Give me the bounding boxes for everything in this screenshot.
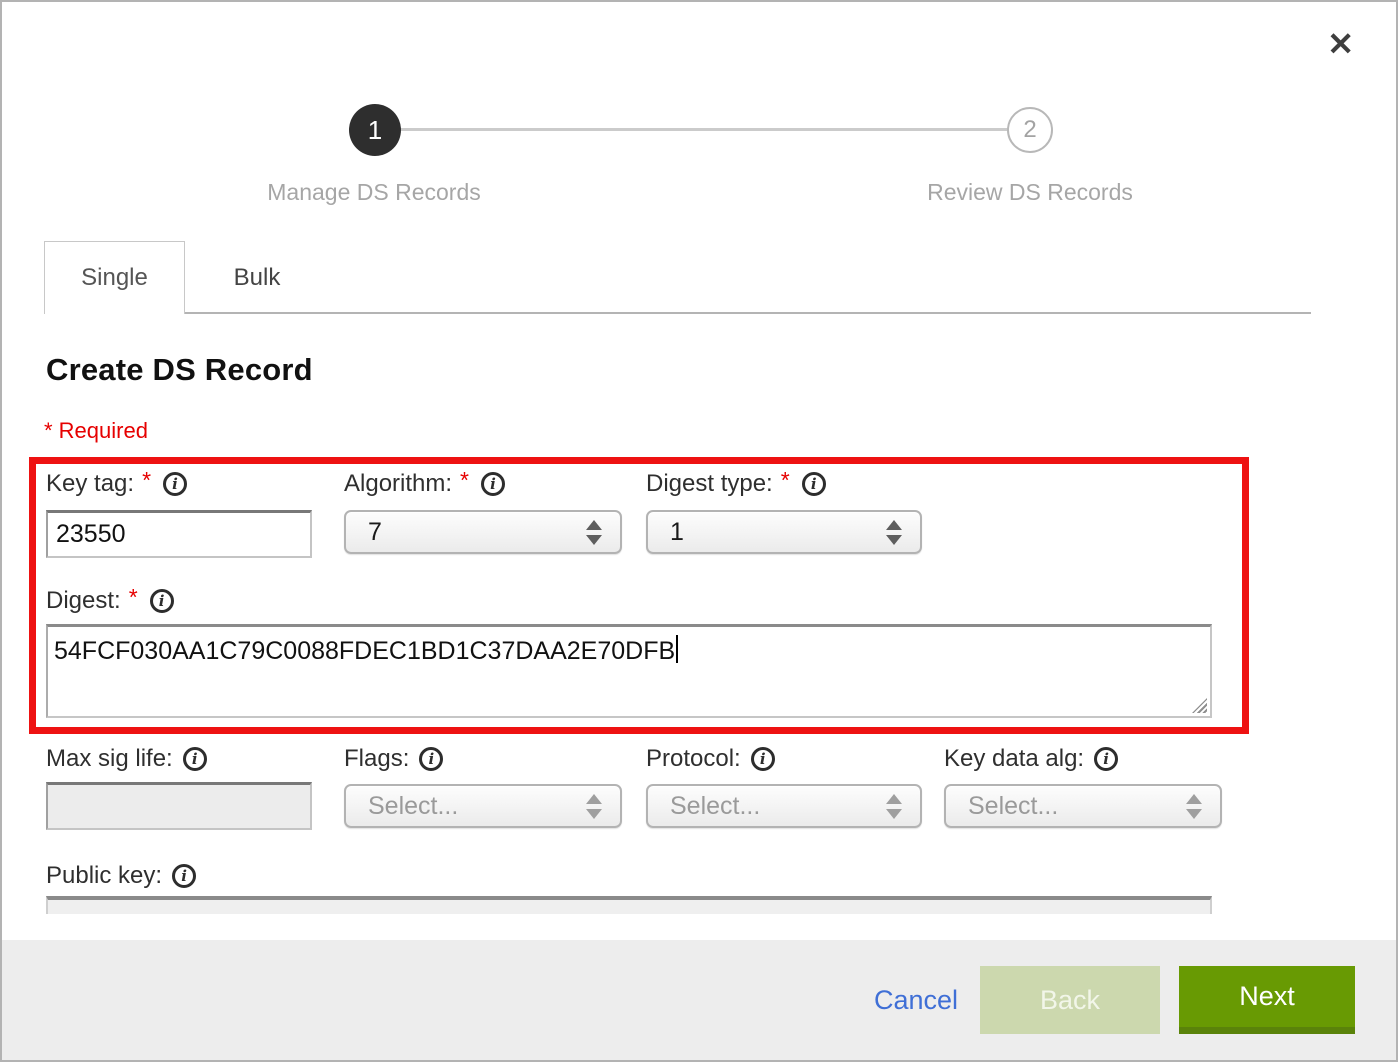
stepper-connector-line — [375, 128, 1030, 131]
required-note: * Required — [44, 418, 148, 444]
info-icon[interactable]: i — [802, 472, 826, 496]
select-arrows-icon — [886, 794, 902, 819]
create-ds-record-dialog: ✕ 1 2 Manage DS Records Review DS Record… — [0, 0, 1398, 1062]
footer-bar: Cancel Back Next — [2, 940, 1396, 1060]
info-icon[interactable]: i — [481, 472, 505, 496]
info-icon[interactable]: i — [751, 747, 775, 771]
key-data-alg-select-value: Select... — [968, 792, 1058, 821]
info-icon[interactable]: i — [183, 747, 207, 771]
required-asterisk: * — [460, 467, 469, 494]
digest-type-select[interactable]: 1 — [646, 510, 922, 554]
required-asterisk: * — [781, 467, 790, 494]
protocol-select-value: Select... — [670, 792, 760, 821]
tab-bulk[interactable]: Bulk — [185, 241, 329, 314]
stepper: 1 2 Manage DS Records Review DS Records — [2, 2, 1396, 220]
resize-handle-icon[interactable] — [1192, 698, 1207, 713]
digest-label: Digest: * i — [46, 587, 174, 615]
flags-select-value: Select... — [368, 792, 458, 821]
step-1-label: Manage DS Records — [202, 179, 546, 206]
step-1-circle: 1 — [349, 104, 401, 156]
page-title: Create DS Record — [46, 352, 313, 388]
public-key-label: Public key: i — [46, 862, 196, 890]
select-arrows-icon — [586, 794, 602, 819]
info-icon[interactable]: i — [150, 589, 174, 613]
flags-select[interactable]: Select... — [344, 784, 622, 828]
info-icon[interactable]: i — [163, 472, 187, 496]
info-icon[interactable]: i — [172, 864, 196, 888]
key-data-alg-label: Key data alg: i — [944, 745, 1118, 773]
select-arrows-icon — [886, 520, 902, 545]
step-2-circle: 2 — [1007, 107, 1053, 153]
algorithm-select[interactable]: 7 — [344, 510, 622, 554]
tab-single[interactable]: Single — [44, 241, 185, 314]
next-button[interactable]: Next — [1179, 966, 1355, 1034]
flags-label: Flags: i — [344, 745, 443, 773]
protocol-label: Protocol: i — [646, 745, 775, 773]
step-2-label: Review DS Records — [858, 179, 1202, 206]
max-sig-life-input — [46, 782, 312, 830]
key-tag-input[interactable] — [46, 510, 312, 558]
required-asterisk: * — [142, 467, 151, 494]
key-data-alg-select[interactable]: Select... — [944, 784, 1222, 828]
algorithm-select-value: 7 — [368, 518, 382, 547]
digest-value: 54FCF030AA1C79C0088FDEC1BD1C37DAA2E70DFB — [54, 637, 675, 665]
public-key-textarea[interactable] — [46, 896, 1212, 914]
digest-textarea[interactable]: 54FCF030AA1C79C0088FDEC1BD1C37DAA2E70DFB — [46, 624, 1212, 718]
select-arrows-icon — [586, 520, 602, 545]
algorithm-label: Algorithm: * i — [344, 470, 505, 498]
text-cursor — [676, 635, 678, 663]
info-icon[interactable]: i — [1094, 747, 1118, 771]
digest-type-label: Digest type: * i — [646, 470, 826, 498]
back-button[interactable]: Back — [980, 966, 1160, 1034]
max-sig-life-label: Max sig life: i — [46, 745, 207, 773]
select-arrows-icon — [1186, 794, 1202, 819]
tab-bottom-border — [185, 312, 1311, 314]
key-tag-label: Key tag: * i — [46, 470, 187, 498]
required-asterisk: * — [129, 584, 138, 611]
cancel-button[interactable]: Cancel — [874, 985, 958, 1016]
info-icon[interactable]: i — [419, 747, 443, 771]
protocol-select[interactable]: Select... — [646, 784, 922, 828]
digest-type-select-value: 1 — [670, 518, 684, 547]
